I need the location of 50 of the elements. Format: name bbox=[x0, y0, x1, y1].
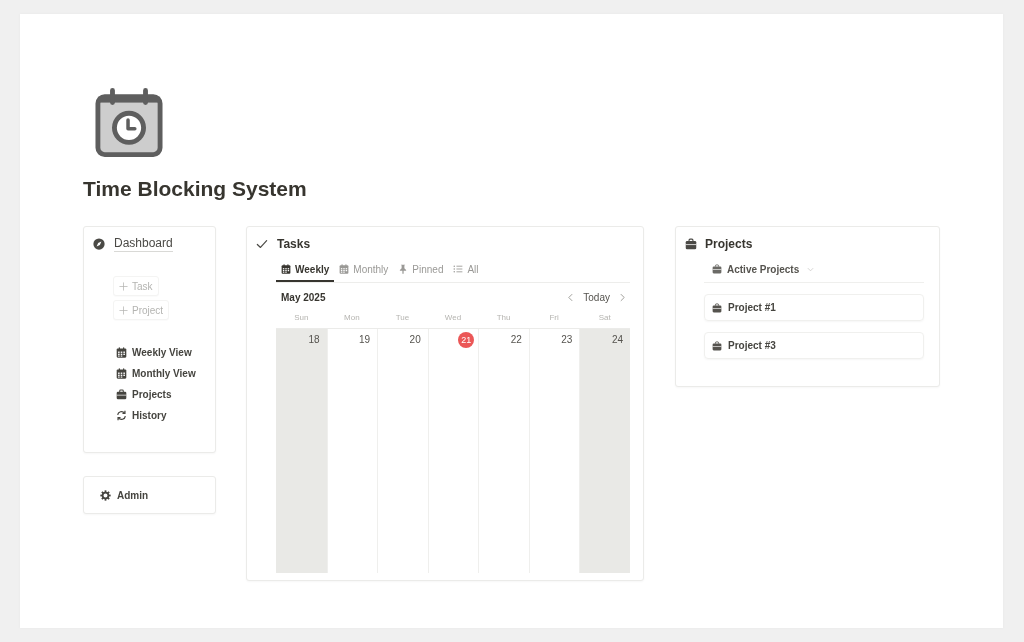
view-dropdown[interactable]: Active Projects bbox=[712, 263, 815, 275]
project-card[interactable]: Project #3 bbox=[704, 332, 924, 359]
pin-icon bbox=[398, 264, 409, 274]
weekday-label: Sun bbox=[294, 313, 309, 322]
compass-icon bbox=[93, 238, 105, 250]
weekday-label: Thu bbox=[496, 313, 511, 322]
briefcase-icon bbox=[685, 238, 697, 250]
briefcase-icon bbox=[116, 388, 127, 400]
plus-icon bbox=[119, 281, 128, 291]
calendar-icon bbox=[339, 264, 350, 274]
day-number: 24 bbox=[610, 333, 624, 347]
today-button[interactable]: Today bbox=[581, 291, 612, 303]
panel-title: Projects bbox=[705, 237, 753, 251]
calendar-clock-icon bbox=[95, 88, 163, 157]
day-number: 20 bbox=[408, 333, 422, 347]
briefcase-icon bbox=[712, 264, 722, 274]
view-tab[interactable]: Weekly bbox=[276, 256, 335, 282]
briefcase-icon bbox=[712, 340, 722, 351]
calendar-icon bbox=[116, 367, 127, 379]
weekday-label: Fri bbox=[549, 313, 559, 322]
chevron-down-icon bbox=[807, 265, 815, 273]
day-number: 23 bbox=[560, 333, 574, 347]
plus-icon bbox=[119, 305, 128, 315]
calendar-icon bbox=[116, 346, 127, 358]
briefcase-icon bbox=[712, 302, 722, 313]
weekday-label: Mon bbox=[344, 313, 360, 322]
list-icon bbox=[453, 264, 464, 274]
weekday-label: Sat bbox=[598, 313, 611, 322]
project-card[interactable]: Project #1 bbox=[704, 294, 924, 321]
chevron-left-icon[interactable] bbox=[566, 292, 576, 302]
circular-arrows-icon bbox=[116, 409, 127, 421]
calendar-icon bbox=[281, 264, 291, 274]
day-number: 18 bbox=[307, 333, 321, 347]
month-label: May 2025 bbox=[281, 291, 326, 303]
weekday-label: Wed bbox=[444, 313, 462, 322]
sidebar-link[interactable]: Weekly View bbox=[116, 343, 192, 361]
chevron-right-icon[interactable] bbox=[618, 292, 627, 302]
admin-link[interactable]: Admin bbox=[100, 489, 149, 501]
day-number: 22 bbox=[509, 333, 523, 347]
day-number: 19 bbox=[358, 333, 372, 347]
day-number: 21 bbox=[458, 332, 475, 348]
dashboard-link[interactable]: Dashboard bbox=[114, 236, 173, 252]
panel-title: Tasks bbox=[277, 237, 311, 251]
weekday-label: Tue bbox=[395, 313, 410, 322]
page-title: Time Blocking System bbox=[83, 176, 307, 202]
sidebar-link[interactable]: History bbox=[116, 406, 167, 424]
sidebar-link[interactable]: Projects bbox=[116, 385, 172, 403]
check-icon bbox=[256, 238, 268, 250]
gear-icon bbox=[100, 489, 111, 501]
sidebar-link[interactable]: Monthly View bbox=[116, 364, 196, 382]
